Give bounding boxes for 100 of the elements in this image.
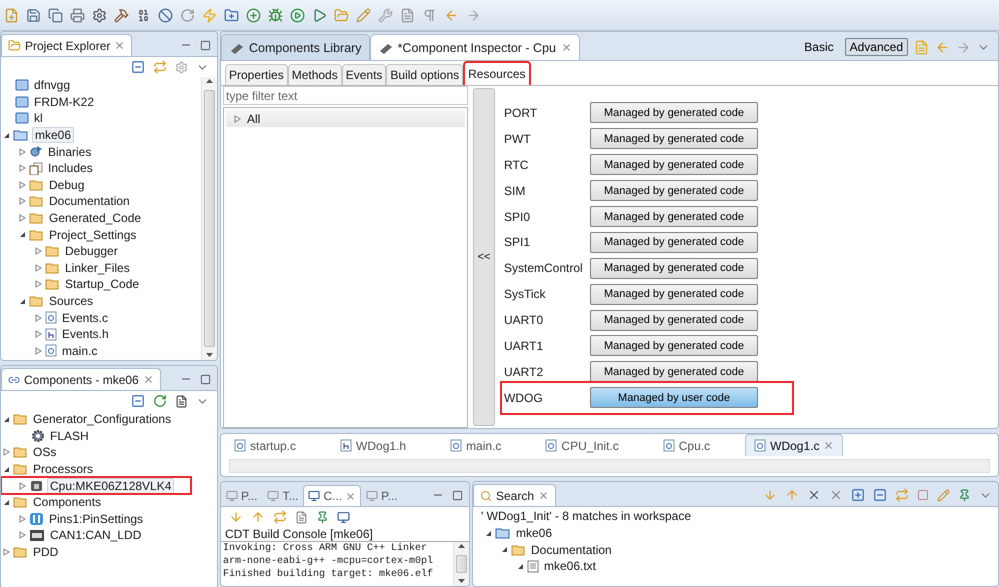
expanded-arrow-icon[interactable] xyxy=(3,132,10,139)
tree-item[interactable]: Components xyxy=(31,495,104,510)
remove-icon[interactable] xyxy=(807,488,821,502)
close-icon[interactable] xyxy=(538,490,550,501)
tree-item[interactable]: Includes xyxy=(46,161,95,176)
open-folder-icon[interactable] xyxy=(334,8,349,22)
document-icon[interactable] xyxy=(400,8,415,22)
file-tab[interactable]: WDog1.h xyxy=(331,434,416,456)
expanded-arrow-icon[interactable] xyxy=(501,546,508,554)
binary-icon[interactable] xyxy=(136,8,151,22)
inspector-tab[interactable]: Build options xyxy=(386,64,464,85)
settings-icon[interactable] xyxy=(92,8,107,22)
filter-icon[interactable] xyxy=(175,60,188,74)
tree-item[interactable]: Generated_Code xyxy=(47,211,144,226)
collapsed-arrow-icon[interactable] xyxy=(19,514,26,523)
up-arrow-icon[interactable] xyxy=(251,510,265,524)
tree-item[interactable]: Project_Settings xyxy=(47,228,138,242)
expanded-arrow-icon[interactable] xyxy=(3,416,10,423)
maximize-icon[interactable] xyxy=(200,40,211,50)
mode-button[interactable]: Advanced xyxy=(844,38,908,56)
file-tab[interactable]: startup.c xyxy=(225,434,306,456)
expanded-arrow-icon[interactable] xyxy=(19,231,26,238)
scroll-up-icon[interactable] xyxy=(206,79,213,84)
tree-item[interactable]: Documentation xyxy=(47,194,132,208)
resource-mode-button[interactable]: Managed by generated code xyxy=(590,258,758,279)
tree-item[interactable]: main.c xyxy=(60,344,100,358)
tree-item[interactable]: Generator_Configurations xyxy=(31,412,174,426)
tree-item[interactable]: Linker_Files xyxy=(63,260,132,275)
resource-mode-button[interactable]: Managed by generated code xyxy=(590,335,758,356)
expanded-arrow-icon[interactable] xyxy=(3,466,10,473)
resource-mode-button[interactable]: Managed by generated code xyxy=(590,310,758,331)
maximize-icon[interactable] xyxy=(452,490,463,500)
view-tab[interactable]: C... xyxy=(303,485,362,506)
tree-item[interactable]: CAN1:CAN_LDD xyxy=(48,528,144,542)
generate-code-icon[interactable] xyxy=(153,394,167,408)
tree-item[interactable]: Startup_Code xyxy=(63,277,142,292)
close-icon[interactable] xyxy=(114,40,126,51)
remove-all-icon[interactable] xyxy=(829,488,843,502)
tree-item[interactable]: OSs xyxy=(31,445,58,460)
vertical-scrollbar[interactable] xyxy=(453,542,469,586)
collapse-all-icon[interactable] xyxy=(131,60,145,74)
scroll-up-icon[interactable] xyxy=(458,544,465,549)
resource-mode-button[interactable]: Managed by generated code xyxy=(590,284,758,305)
forward-icon[interactable] xyxy=(956,40,971,54)
collapsed-arrow-icon[interactable] xyxy=(19,482,26,490)
back-icon[interactable] xyxy=(444,8,459,22)
filter-field[interactable]: type filter text xyxy=(223,86,468,105)
view-tab[interactable]: T... xyxy=(262,485,304,506)
new-folder-icon[interactable] xyxy=(224,8,239,22)
tree-item[interactable]: mke06 xyxy=(514,526,554,540)
close-icon[interactable] xyxy=(345,490,356,502)
file-tab[interactable]: main.c xyxy=(441,434,510,456)
down-arrow-icon[interactable] xyxy=(229,510,243,524)
expanded-arrow-icon[interactable] xyxy=(3,498,10,506)
hammer-icon[interactable] xyxy=(114,8,129,22)
tree-item[interactable]: Cpu:MKE06Z128VLK4 xyxy=(47,478,174,494)
inspector-tab[interactable]: Events xyxy=(342,64,386,85)
tree-item[interactable]: Binaries xyxy=(46,144,94,159)
link-editor-icon[interactable] xyxy=(153,60,167,74)
collapsed-arrow-icon[interactable] xyxy=(19,531,26,540)
resource-mode-button[interactable]: Managed by generated code xyxy=(590,102,758,124)
file-tab[interactable]: Cpu.c xyxy=(654,434,720,456)
tree-item[interactable]: Documentation xyxy=(529,542,614,557)
tree-item[interactable]: Sources xyxy=(47,294,96,308)
expanded-arrow-icon[interactable] xyxy=(485,530,492,537)
view-tab[interactable]: Project Explorer xyxy=(1,34,132,56)
scroll-lock-icon[interactable] xyxy=(273,510,287,524)
vertical-scrollbar[interactable] xyxy=(201,77,217,360)
view-tab[interactable]: P... xyxy=(361,485,403,506)
resource-mode-button[interactable]: Managed by generated code xyxy=(590,232,758,253)
collapsed-arrow-icon[interactable] xyxy=(35,330,42,338)
save-icon[interactable] xyxy=(26,8,41,22)
tree-item[interactable]: Debug xyxy=(47,178,86,192)
collapsed-arrow-icon[interactable] xyxy=(3,448,10,456)
tree-item[interactable]: Events.h xyxy=(60,327,111,342)
collapsed-arrow-icon[interactable] xyxy=(35,314,42,322)
export-icon[interactable] xyxy=(175,394,188,408)
refresh-icon[interactable] xyxy=(895,488,909,502)
history-icon[interactable] xyxy=(937,488,950,502)
close-icon[interactable] xyxy=(560,42,572,53)
refresh-icon[interactable] xyxy=(180,8,195,22)
collapse-all-icon[interactable] xyxy=(873,488,887,502)
resource-mode-button[interactable]: Managed by user code xyxy=(590,387,758,408)
collapsed-arrow-icon[interactable] xyxy=(35,247,42,256)
run-config-icon[interactable] xyxy=(312,8,327,22)
tree-item[interactable]: FRDM-K22 xyxy=(32,94,96,109)
tree-item[interactable]: Events.c xyxy=(60,310,110,325)
collapsed-arrow-icon[interactable] xyxy=(234,114,241,122)
horizontal-scrollbar[interactable] xyxy=(229,459,990,473)
collapsed-arrow-icon[interactable] xyxy=(35,346,42,355)
run-icon[interactable] xyxy=(290,8,305,22)
tree-item[interactable]: mke06.txt xyxy=(542,559,598,574)
scroll-down-icon[interactable] xyxy=(206,353,213,358)
file-tab[interactable]: CPU_Init.c xyxy=(536,434,628,456)
collapsed-arrow-icon[interactable] xyxy=(19,180,26,189)
inspector-tab[interactable]: Resources xyxy=(463,61,530,85)
pilcrow-icon[interactable] xyxy=(422,8,437,22)
tree-item[interactable]: kl xyxy=(32,111,45,126)
maximize-icon[interactable] xyxy=(200,374,211,384)
file-tab[interactable]: WDog1.c xyxy=(745,434,844,456)
